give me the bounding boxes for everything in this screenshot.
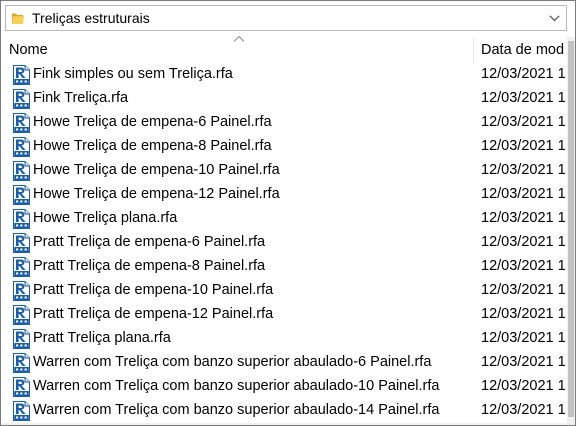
file-row[interactable]: Pratt Treliça plana.rfa 12/03/2021 1	[2, 327, 566, 351]
file-row[interactable]: Warren com Treliça com banzo superior ab…	[2, 375, 566, 399]
revit-family-file-icon	[13, 377, 30, 397]
file-row[interactable]: Howe Treliça plana.rfa 12/03/2021 1	[2, 207, 566, 231]
column-header-name[interactable]: Nome	[2, 35, 473, 63]
chevron-down-icon	[548, 14, 560, 21]
file-row[interactable]: Pratt Treliça de empena-6 Painel.rfa 12/…	[2, 231, 566, 255]
file-date-modified: 12/03/2021 1	[481, 186, 566, 202]
file-name: Howe Treliça de empena-12 Painel.rfa	[33, 186, 280, 202]
file-row[interactable]: Warren com Treliça com banzo superior ab…	[2, 351, 566, 375]
column-header-name-label: Nome	[9, 42, 48, 58]
file-date-modified: 12/03/2021 1	[481, 210, 566, 226]
revit-family-file-icon	[13, 185, 30, 205]
file-name: Pratt Treliça de empena-6 Painel.rfa	[33, 234, 266, 250]
scrollbar-thumb[interactable]	[568, 41, 574, 417]
file-row[interactable]: Fink Treliça.rfa 12/03/2021 1	[2, 87, 566, 111]
revit-family-file-icon	[13, 113, 30, 133]
file-name: Pratt Treliça de empena-12 Painel.rfa	[33, 306, 274, 322]
column-header-row: Nome Data de mod	[2, 35, 566, 63]
file-date-modified: 12/03/2021 1	[481, 90, 566, 106]
file-date-modified: 12/03/2021 1	[481, 162, 566, 178]
file-row[interactable]: Pratt Treliça de empena-8 Painel.rfa 12/…	[2, 255, 566, 279]
file-name: Howe Treliça de empena-6 Painel.rfa	[33, 114, 272, 130]
column-header-date-label: Data de mod	[481, 42, 565, 58]
file-row[interactable]: Pratt Treliça de empena-12 Painel.rfa 12…	[2, 303, 566, 327]
location-dropdown-button[interactable]	[542, 6, 566, 30]
file-row[interactable]: Howe Treliça de empena-8 Painel.rfa 12/0…	[2, 135, 566, 159]
file-list: Fink simples ou sem Treliça.rfa 12/03/20…	[2, 63, 566, 423]
file-date-modified: 12/03/2021 1	[481, 330, 566, 346]
file-name: Howe Treliça de empena-8 Painel.rfa	[33, 138, 272, 154]
file-row[interactable]: Warren com Treliça com banzo superior ab…	[2, 399, 566, 423]
file-date-modified: 12/03/2021 1	[481, 66, 566, 82]
revit-family-file-icon	[13, 353, 30, 373]
file-row[interactable]: Howe Treliça de empena-10 Painel.rfa 12/…	[2, 159, 566, 183]
file-name: Warren com Treliça com banzo superior ab…	[33, 354, 432, 370]
location-combobox[interactable]: Treliças estruturais	[5, 5, 567, 31]
column-header-date[interactable]: Data de mod	[474, 37, 566, 63]
file-date-modified: 12/03/2021 1	[481, 378, 566, 394]
revit-family-file-icon	[13, 233, 30, 253]
file-name: Pratt Treliça plana.rfa	[33, 330, 171, 346]
revit-family-file-icon	[13, 257, 30, 277]
list-bottom-edge	[1, 423, 567, 425]
location-path: Treliças estruturais	[32, 10, 150, 26]
file-date-modified: 12/03/2021 1	[481, 354, 566, 370]
file-name: Warren com Treliça com banzo superior ab…	[33, 378, 440, 394]
revit-family-file-icon	[13, 329, 30, 349]
file-date-modified: 12/03/2021 1	[481, 258, 566, 274]
sort-ascending-icon	[233, 35, 245, 42]
file-row[interactable]: Fink simples ou sem Treliça.rfa 12/03/20…	[2, 63, 566, 87]
file-date-modified: 12/03/2021 1	[481, 234, 566, 250]
file-row[interactable]: Pratt Treliça de empena-10 Painel.rfa 12…	[2, 279, 566, 303]
vertical-scrollbar[interactable]	[567, 37, 575, 425]
file-row[interactable]: Howe Treliça de empena-12 Painel.rfa 12/…	[2, 183, 566, 207]
revit-family-file-icon	[13, 209, 30, 229]
file-browser: Treliças estruturais Nome Data de mod Fi…	[0, 0, 576, 426]
file-date-modified: 12/03/2021 1	[481, 282, 566, 298]
file-name: Pratt Treliça de empena-8 Painel.rfa	[33, 258, 266, 274]
file-date-modified: 12/03/2021 1	[481, 114, 566, 130]
file-name: Warren com Treliça com banzo superior ab…	[33, 402, 440, 418]
file-name: Fink Treliça.rfa	[33, 90, 129, 106]
revit-family-file-icon	[13, 161, 30, 181]
file-row[interactable]: Howe Treliça de empena-6 Painel.rfa 12/0…	[2, 111, 566, 135]
folder-icon	[12, 13, 24, 24]
revit-family-file-icon	[13, 281, 30, 301]
file-name: Pratt Treliça de empena-10 Painel.rfa	[33, 282, 274, 298]
file-date-modified: 12/03/2021 1	[481, 402, 566, 418]
file-date-modified: 12/03/2021 1	[481, 306, 566, 322]
revit-family-file-icon	[13, 305, 30, 325]
file-name: Howe Treliça plana.rfa	[33, 210, 178, 226]
revit-family-file-icon	[13, 89, 30, 109]
revit-family-file-icon	[13, 65, 30, 85]
revit-family-file-icon	[13, 137, 30, 157]
file-date-modified: 12/03/2021 1	[481, 138, 566, 154]
revit-family-file-icon	[13, 401, 30, 421]
file-name: Howe Treliça de empena-10 Painel.rfa	[33, 162, 280, 178]
file-name: Fink simples ou sem Treliça.rfa	[33, 66, 233, 82]
